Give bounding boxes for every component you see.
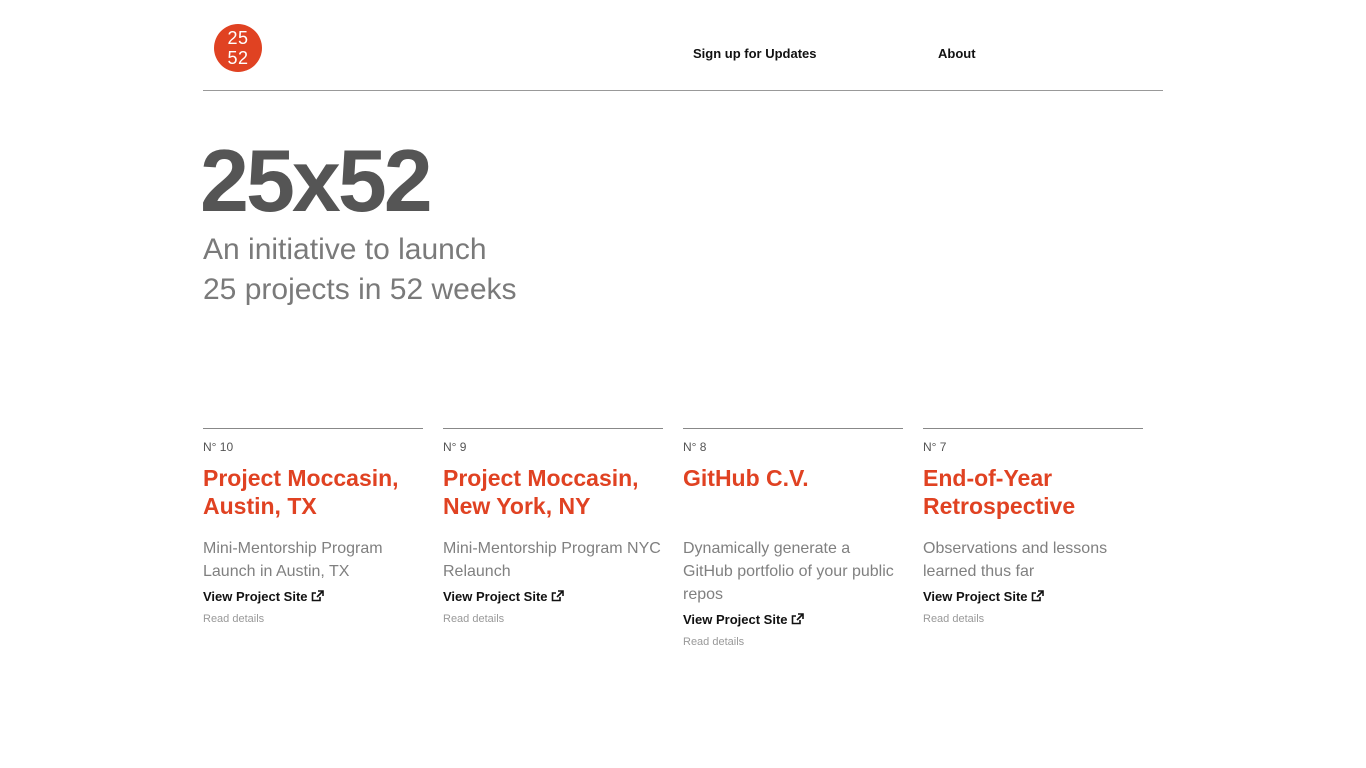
project-number: N° 8 <box>683 440 707 454</box>
external-link-icon <box>1031 590 1044 602</box>
view-project-site-link[interactable]: View Project Site <box>203 589 324 605</box>
logo[interactable]: 25 52 <box>214 24 262 72</box>
project-title[interactable]: GitHub C.V. <box>683 464 903 520</box>
external-link-icon <box>551 590 564 602</box>
logo-bottom-number: 52 <box>227 48 249 68</box>
logo-top-number: 25 <box>227 28 249 48</box>
project-description: Mini-Mentorship Program NYC Relaunch <box>443 540 661 580</box>
view-project-site-label: View Project Site <box>443 589 548 604</box>
project-card: N° 10 Project Moccasin, Austin, TX Mini-… <box>203 428 423 626</box>
project-number: N° 7 <box>923 440 947 454</box>
project-card: N° 7 End-of-Year Retrospective Observati… <box>923 428 1143 626</box>
hero-subtitle: An initiative to launch 25 projects in 5… <box>203 230 517 310</box>
nav-sign-up-for-updates[interactable]: Sign up for Updates <box>693 46 817 62</box>
view-project-site-link[interactable]: View Project Site <box>683 612 804 628</box>
project-card: N° 9 Project Moccasin, New York, NY Mini… <box>443 428 663 626</box>
hero-subtitle-line-2: 25 projects in 52 weeks <box>203 273 517 306</box>
read-details-link[interactable]: Read details <box>203 613 423 626</box>
view-project-site-link[interactable]: View Project Site <box>923 589 1044 605</box>
hero-title: 25x52 <box>200 131 433 230</box>
read-details-link[interactable]: Read details <box>443 613 663 626</box>
project-description: Observations and lessons learned thus fa… <box>923 540 1108 580</box>
external-link-icon <box>311 590 324 602</box>
site-header: 25 52 Sign up for Updates About <box>203 0 1163 91</box>
project-number: N° 9 <box>443 440 467 454</box>
view-project-site-label: View Project Site <box>683 612 788 627</box>
view-project-site-link[interactable]: View Project Site <box>443 589 564 605</box>
page: 25 52 Sign up for Updates About 25x52 An… <box>200 0 1163 648</box>
project-title[interactable]: Project Moccasin, Austin, TX <box>203 464 423 520</box>
project-card: N° 8 GitHub C.V. Dynamically generate a … <box>683 428 903 649</box>
read-details-link[interactable]: Read details <box>683 636 903 649</box>
project-description: Dynamically generate a GitHub portfolio … <box>683 540 894 603</box>
project-title[interactable]: End-of-Year Retrospective <box>923 464 1143 520</box>
hero-subtitle-line-1: An initiative to launch <box>203 233 487 266</box>
nav-about[interactable]: About <box>938 46 976 62</box>
view-project-site-label: View Project Site <box>203 589 308 604</box>
read-details-link[interactable]: Read details <box>923 613 1143 626</box>
project-number: N° 10 <box>203 440 234 454</box>
view-project-site-label: View Project Site <box>923 589 1028 604</box>
external-link-icon <box>791 613 804 625</box>
project-title[interactable]: Project Moccasin, New York, NY <box>443 464 663 520</box>
project-description: Mini-Mentorship Program Launch in Austin… <box>203 540 383 580</box>
